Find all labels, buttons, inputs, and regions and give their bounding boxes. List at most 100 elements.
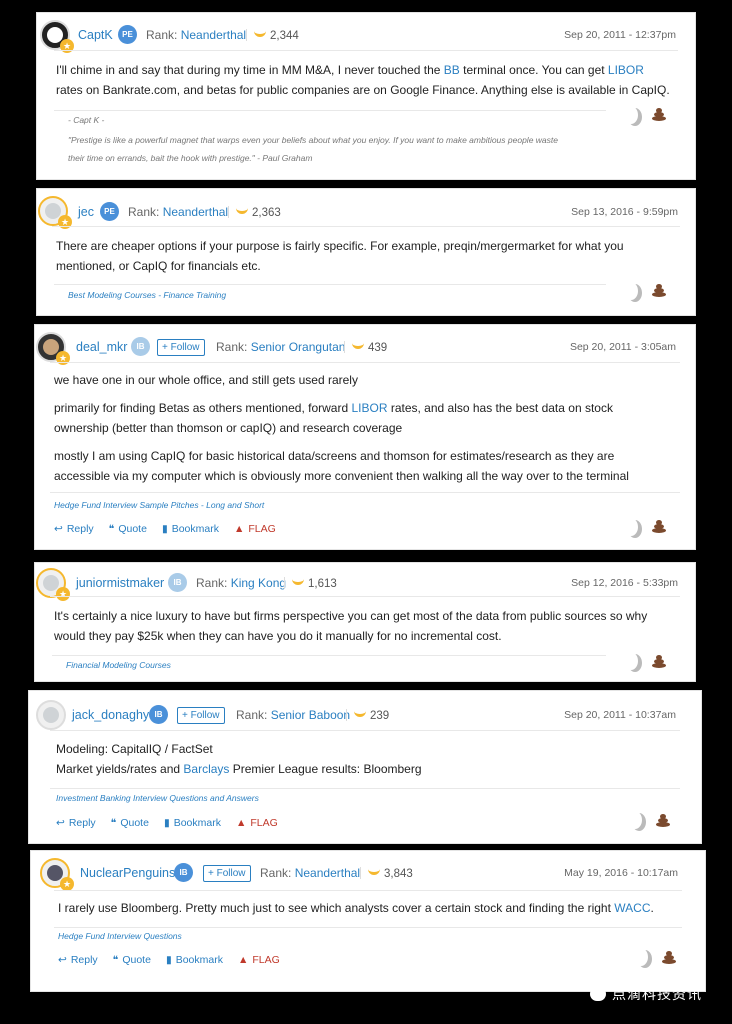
post-actions: ↩ Reply ❝ Quote ▮ Bookmark ▲ FLAG (58, 954, 280, 966)
post-body: It's certainly a nice luxury to have but… (54, 606, 690, 646)
username[interactable]: juniormistmaker (76, 576, 164, 590)
rank-value[interactable]: Senior Orangutan (251, 340, 346, 354)
text: would they pay $25k when they can have y… (54, 629, 502, 643)
banana-value: 2,344 (270, 30, 299, 42)
signature-link[interactable]: Investment Banking Interview Questions a… (56, 793, 259, 803)
text: Market yields/rates and (56, 762, 184, 776)
post-card: ★ CaptK PE Rank: Neanderthal 2,344 Sep 2… (36, 12, 696, 180)
moon-icon[interactable] (634, 948, 648, 966)
banana-count: 239 (354, 708, 389, 722)
libor-link[interactable]: LIBOR (351, 401, 387, 415)
reply-icon: ↩ (54, 523, 63, 535)
moon-icon[interactable] (624, 652, 638, 670)
post-card: ★ deal_mkr IB + Follow Rank: Senior Oran… (34, 324, 696, 550)
rank-value[interactable]: Neanderthal (163, 205, 228, 219)
signature-link[interactable]: Hedge Fund Interview Sample Pitches - Lo… (54, 500, 264, 510)
rank: Rank: Neanderthal (146, 28, 246, 42)
paragraph: ownership (better than thomson or capIQ)… (54, 421, 403, 435)
signature-quote: "Prestige is like a powerful magnet that… (68, 135, 558, 145)
moon-icon[interactable] (624, 518, 638, 536)
text: I'll chime in and say that during my tim… (56, 63, 444, 77)
banana-icon (368, 866, 380, 875)
text: terminal once. You can get (459, 63, 608, 77)
industry-badge: IB (149, 705, 168, 724)
barclays-link[interactable]: Barclays (183, 762, 229, 776)
banana-count: 439 (352, 340, 387, 354)
poop-icon[interactable] (652, 284, 666, 297)
quote-button[interactable]: ❝ Quote (111, 817, 149, 829)
poop-icon[interactable] (662, 951, 676, 964)
username[interactable]: deal_mkr (76, 340, 127, 354)
quote-button[interactable]: ❝ Quote (109, 523, 147, 535)
industry-badge: IB (174, 863, 193, 882)
post-body: There are cheaper options if your purpos… (56, 236, 686, 276)
quote-label: Quote (122, 954, 151, 966)
bookmark-button[interactable]: ▮ Bookmark (164, 817, 221, 829)
rank: Rank: Neanderthal (260, 866, 360, 880)
reply-button[interactable]: ↩ Reply (54, 523, 94, 535)
post-date: Sep 13, 2016 - 9:59pm (571, 206, 678, 218)
banana-icon (354, 708, 366, 717)
username[interactable]: jec (78, 205, 94, 219)
rank-label: Rank: (128, 205, 160, 219)
flag-label: FLAG (248, 523, 276, 535)
rank-value[interactable]: King Kong (231, 576, 286, 590)
bookmark-button[interactable]: ▮ Bookmark (166, 954, 223, 966)
signature-name: - Capt K - (68, 115, 105, 125)
text: rates on Bankrate.com, and betas for pub… (56, 83, 670, 97)
banana-value: 2,363 (252, 207, 281, 219)
signature-link[interactable]: Best Modeling Courses - Finance Training (68, 290, 226, 300)
signature-link[interactable]: Hedge Fund Interview Questions (58, 931, 182, 941)
libor-link[interactable]: LIBOR (608, 63, 644, 77)
rank: Rank: King Kong (196, 576, 286, 590)
flag-button[interactable]: ▲ FLAG (238, 954, 280, 966)
poop-icon[interactable] (652, 520, 666, 533)
wacc-link[interactable]: WACC (614, 901, 650, 915)
flag-button[interactable]: ▲ FLAG (234, 523, 276, 535)
moon-icon[interactable] (628, 811, 642, 829)
watermark-text: 点滴科技资讯 (612, 986, 702, 1002)
signature-link[interactable]: Financial Modeling Courses (66, 660, 171, 670)
poop-icon[interactable] (656, 814, 670, 827)
paragraph: primarily for finding Betas as others me… (54, 398, 684, 418)
post-actions: ↩ Reply ❝ Quote ▮ Bookmark ▲ FLAG (56, 817, 278, 829)
moon-icon[interactable] (624, 282, 638, 300)
follow-button[interactable]: + Follow (177, 707, 225, 724)
quote-button[interactable]: ❝ Quote (113, 954, 151, 966)
poop-icon[interactable] (652, 108, 666, 121)
banana-value: 439 (368, 342, 388, 354)
banana-count: 2,363 (236, 205, 281, 219)
bookmark-button[interactable]: ▮ Bookmark (162, 523, 219, 535)
bookmark-icon: ▮ (161, 523, 168, 535)
reply-button[interactable]: ↩ Reply (56, 817, 96, 829)
rank-label: Rank: (196, 576, 228, 590)
poop-icon[interactable] (652, 655, 666, 668)
follow-button[interactable]: + Follow (157, 339, 205, 356)
post-card: jack_donaghy IB + Follow Rank: Senior Ba… (28, 690, 702, 844)
post-date: May 19, 2016 - 10:17am (564, 867, 678, 879)
moon-icon[interactable] (624, 106, 638, 124)
reply-button[interactable]: ↩ Reply (58, 954, 98, 966)
flag-button[interactable]: ▲ FLAG (236, 817, 278, 829)
paragraph: we have one in our whole office, and sti… (54, 373, 358, 387)
reply-label: Reply (66, 523, 94, 535)
rank-value[interactable]: Neanderthal (181, 28, 246, 42)
paragraph: mostly I am using CapIQ for basic histor… (54, 449, 615, 463)
bb-link[interactable]: BB (444, 63, 460, 77)
post-body: I rarely use Bloomberg. Pretty much just… (58, 898, 698, 918)
username[interactable]: NuclearPenguins (80, 866, 175, 880)
rank-value[interactable]: Neanderthal (295, 866, 360, 880)
text: primarily for finding Betas as others me… (54, 401, 352, 415)
username[interactable]: jack_donaghy (72, 708, 149, 722)
bookmark-label: Bookmark (173, 817, 221, 829)
banana-value: 239 (370, 710, 390, 722)
rank-value[interactable]: Senior Baboon (271, 708, 350, 722)
warning-icon: ▲ (235, 817, 247, 829)
banana-count: 3,843 (368, 866, 413, 880)
rank: Rank: Neanderthal (128, 205, 228, 219)
post-body: I'll chime in and say that during my tim… (56, 60, 686, 100)
follow-button[interactable]: + Follow (203, 865, 251, 882)
text: rates, and also has the best data on sto… (387, 401, 613, 415)
reply-label: Reply (70, 954, 98, 966)
username[interactable]: CaptK (78, 28, 113, 42)
